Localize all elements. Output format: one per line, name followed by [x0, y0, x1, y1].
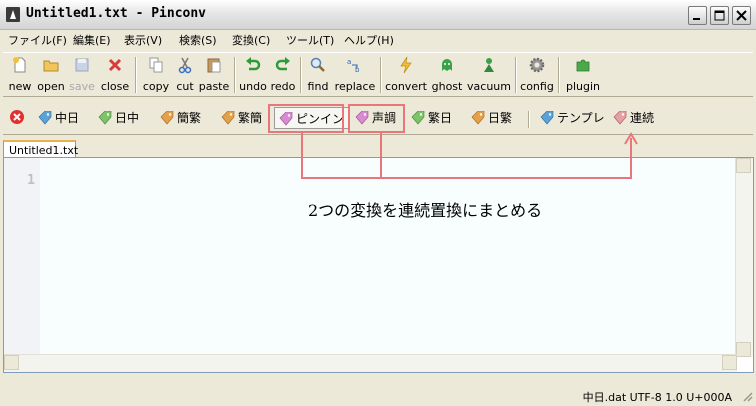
replace-button[interactable]: ab replace — [334, 56, 376, 94]
line-number-gutter: 1 — [4, 158, 40, 372]
puzzle-plugin-icon — [576, 59, 590, 72]
save-disk-icon — [75, 58, 89, 72]
status-text: 中日.dat UTF-8 1.0 U+000A — [582, 391, 732, 404]
toolbar-separator — [558, 57, 560, 93]
status-bar: 中日.dat UTF-8 1.0 U+000A — [0, 383, 756, 406]
pinyin-highlight-box — [268, 104, 344, 133]
minimize-button[interactable] — [688, 6, 707, 25]
line-number: 1 — [27, 173, 35, 188]
scissors-icon — [178, 57, 192, 74]
window-title: Untitled1.txt - Pinconv — [26, 6, 207, 21]
tag-pink-icon — [613, 110, 627, 124]
convert-trad-simp-button[interactable]: 繁簡 — [221, 109, 262, 129]
horizontal-scrollbar[interactable] — [4, 354, 737, 372]
convert-button[interactable]: convert — [385, 56, 427, 94]
save-button[interactable]: save — [67, 56, 97, 94]
toolbar-separator — [300, 57, 302, 93]
close-icon — [736, 10, 747, 21]
tag-blue-icon — [540, 110, 554, 124]
tone-highlight-box — [348, 104, 405, 133]
app-window: Untitled1.txt - Pinconv ファイル(F) 編集(E) 表示… — [0, 0, 756, 406]
minimize-icon — [693, 18, 700, 20]
vertical-scrollbar[interactable] — [735, 158, 753, 357]
maximize-button[interactable] — [710, 6, 729, 25]
convert-trad-jp-button[interactable]: 繁日 — [411, 109, 452, 129]
tag-orange-icon — [221, 110, 235, 124]
new-file-icon — [13, 57, 26, 73]
main-toolbar: new open save close copy cut paste undo … — [3, 52, 753, 97]
menu-convert[interactable]: 変換(C) — [232, 32, 270, 48]
scroll-right-button[interactable] — [722, 355, 737, 370]
tag-green-icon — [98, 110, 112, 124]
converter-separator — [528, 111, 530, 128]
open-folder-icon — [43, 60, 59, 72]
convert-cn-jp-button[interactable]: 中日 — [38, 109, 79, 129]
menu-tools[interactable]: ツール(T) — [286, 32, 334, 48]
document-tab-strip: Untitled1.txt — [0, 136, 756, 160]
editor-content-area[interactable] — [40, 158, 735, 372]
resize-grip-icon[interactable] — [741, 390, 753, 402]
find-button[interactable]: find — [305, 56, 331, 94]
ghost-button[interactable]: ghost — [430, 56, 464, 94]
convert-simp-trad-button[interactable]: 簡繁 — [160, 109, 201, 129]
scroll-down-button[interactable] — [736, 342, 751, 357]
title-bar[interactable]: Untitled1.txt - Pinconv — [0, 0, 756, 30]
svg-text:a: a — [347, 58, 351, 66]
menu-search[interactable]: 検索(S) — [179, 32, 217, 48]
maximize-icon — [714, 10, 725, 21]
close-button[interactable]: close — [99, 56, 131, 94]
copy-icon — [149, 57, 163, 73]
menu-edit[interactable]: 編集(E) — [73, 32, 111, 48]
tag-green-icon — [411, 110, 425, 124]
copy-button[interactable]: copy — [141, 56, 171, 94]
open-button[interactable]: open — [36, 56, 66, 94]
paste-button[interactable]: paste — [198, 56, 230, 94]
menu-file[interactable]: ファイル(F) — [8, 32, 67, 48]
toolbar-separator — [135, 57, 137, 93]
template-button[interactable]: テンプレ — [540, 109, 605, 129]
scroll-left-button[interactable] — [4, 355, 19, 370]
toolbar-separator — [380, 57, 382, 93]
toolbar-separator — [234, 57, 236, 93]
ghost-icon — [442, 59, 452, 71]
pinconv-app-icon — [6, 7, 20, 22]
toolbar-separator — [515, 57, 517, 93]
gear-icon — [529, 57, 545, 73]
redo-button[interactable]: redo — [270, 56, 296, 94]
menu-help[interactable]: ヘルプ(H) — [344, 32, 394, 48]
scroll-up-button[interactable] — [736, 158, 751, 173]
new-button[interactable]: new — [6, 56, 34, 94]
config-button[interactable]: config — [520, 56, 554, 94]
cut-button[interactable]: cut — [173, 56, 197, 94]
tag-orange-icon — [160, 110, 174, 124]
annotation-text: 2つの変換を連続置換にまとめる — [308, 201, 543, 220]
vacuum-button[interactable]: vacuum — [467, 56, 511, 94]
undo-button[interactable]: undo — [239, 56, 267, 94]
serial-convert-button[interactable]: 連続 — [613, 109, 654, 129]
plugin-button[interactable]: plugin — [564, 56, 602, 94]
tag-blue-icon — [38, 110, 52, 124]
stop-button[interactable] — [9, 109, 25, 129]
close-x-icon — [108, 58, 122, 72]
convert-jp-trad-button[interactable]: 日繁 — [471, 109, 512, 129]
menu-view[interactable]: 表示(V) — [124, 32, 162, 48]
clipboard-icon — [207, 58, 221, 73]
lightning-icon — [400, 56, 412, 74]
menu-bar: ファイル(F) 編集(E) 表示(V) 検索(S) 変換(C) ツール(T) ヘ… — [0, 30, 756, 49]
magnifier-icon — [310, 57, 325, 72]
undo-arrow-icon — [246, 57, 261, 71]
vacuum-icon — [484, 58, 494, 72]
text-editor[interactable]: 1 — [3, 157, 754, 373]
replace-icon: ab — [347, 58, 360, 74]
stop-red-x-icon — [10, 110, 24, 124]
redo-arrow-icon — [275, 57, 290, 71]
tag-orange-icon — [471, 110, 485, 124]
close-window-button[interactable] — [732, 6, 751, 25]
convert-jp-cn-button[interactable]: 日中 — [98, 109, 139, 129]
